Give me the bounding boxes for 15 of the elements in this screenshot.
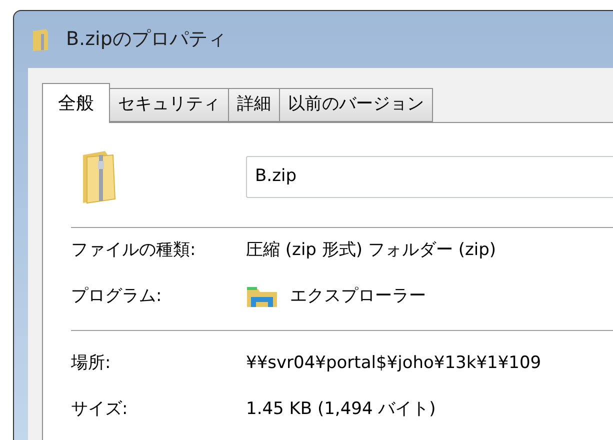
name-field[interactable]: B.zip	[246, 156, 613, 198]
property-value: エクスプローラー	[290, 285, 426, 308]
property-label: 場所:	[71, 352, 112, 376]
property-label: サイズ:	[71, 398, 129, 422]
folder-icon	[246, 285, 278, 309]
tab[interactable]: セキュリティ	[109, 88, 229, 122]
window-title: B.zipのプロパティ	[66, 27, 226, 52]
property-value: 圧縮 (zip 形式) フォルダー (zip)	[246, 239, 496, 262]
tab[interactable]: 詳細	[228, 88, 280, 122]
property-label: プログラム:	[71, 285, 163, 308]
property-value: ¥¥svr04¥portal$¥joho¥13k¥1¥109	[246, 352, 542, 376]
tab[interactable]: 全般	[42, 83, 110, 123]
property-value: 1.45 KB (1,494 バイト)	[246, 398, 436, 422]
tab[interactable]: 以前のバージョン	[279, 88, 433, 122]
property-label: ファイルの種類:	[71, 239, 197, 262]
